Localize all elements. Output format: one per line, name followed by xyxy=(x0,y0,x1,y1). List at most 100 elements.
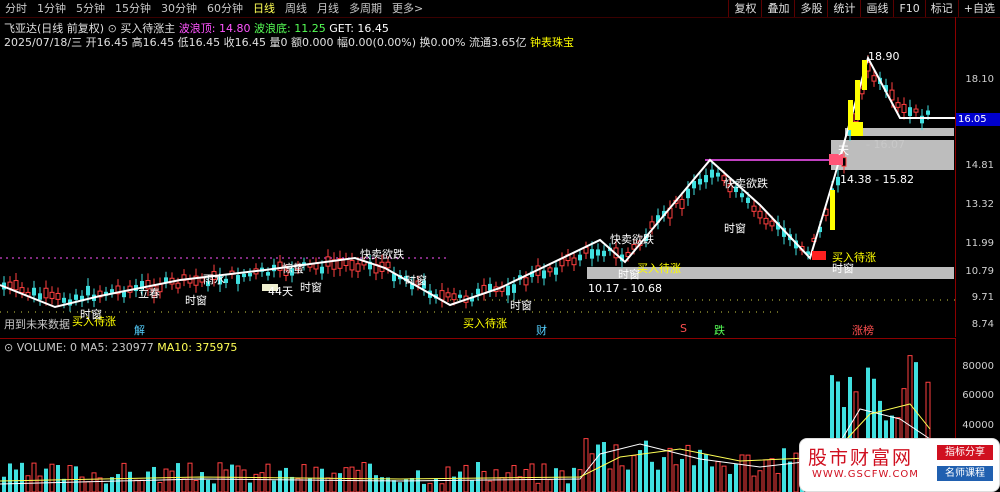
volume-bar xyxy=(715,461,721,492)
candle-body xyxy=(506,285,510,296)
sell-signal-2: 快卖欲跌 xyxy=(610,233,654,246)
volume-bar xyxy=(685,444,691,492)
candle-body xyxy=(920,115,924,124)
volume-bar xyxy=(511,465,517,492)
volume-bar xyxy=(728,473,732,492)
candle-body xyxy=(578,254,582,261)
candle-body xyxy=(590,249,594,259)
volume-bar xyxy=(763,459,769,492)
candle-body xyxy=(349,260,355,271)
candle-body xyxy=(32,287,36,296)
volume-bar xyxy=(751,475,757,492)
volume-bar xyxy=(734,463,738,492)
volume-bar xyxy=(607,468,613,492)
candle-body xyxy=(175,282,181,289)
volume-bar xyxy=(505,472,511,492)
toolbar-button[interactable]: +自选 xyxy=(957,0,1000,17)
candle-body xyxy=(679,198,685,209)
candle-body xyxy=(596,249,600,256)
volume-bar xyxy=(680,458,684,492)
volume-bar xyxy=(487,480,493,492)
future-data-note: 用到未来数据 xyxy=(4,318,70,331)
sell-signal-1: 快卖欲跌 xyxy=(360,248,404,261)
volume-bar xyxy=(212,483,216,492)
zone-3-day-label: 天 xyxy=(838,144,849,157)
candle-body xyxy=(49,291,55,299)
mark-cai: 财 xyxy=(536,324,547,337)
volume-bar xyxy=(566,483,570,492)
watermark-title: 股市财富网 xyxy=(808,447,914,469)
candle-body xyxy=(38,293,42,300)
candle-body xyxy=(763,217,769,225)
volume-bar xyxy=(49,463,55,492)
volume-bar xyxy=(368,463,372,492)
candle-body xyxy=(913,108,919,113)
volume-bar xyxy=(169,470,175,492)
volume-bar xyxy=(248,482,252,492)
rally-candle xyxy=(830,190,835,230)
volume-bar xyxy=(181,478,187,492)
candle-body xyxy=(355,263,361,272)
candle-body xyxy=(13,280,19,291)
volume-bar xyxy=(56,464,60,492)
candle-body xyxy=(320,266,324,274)
volume-bar xyxy=(673,464,679,492)
volume-bar xyxy=(626,469,630,492)
marker-box-yellow xyxy=(851,122,863,136)
candle-body xyxy=(704,175,708,183)
candle-body xyxy=(62,297,66,303)
volume-bar xyxy=(523,469,529,492)
candle-body xyxy=(751,205,757,212)
volume-bar xyxy=(613,444,619,492)
volume-bar xyxy=(206,479,210,492)
volume-bar xyxy=(223,469,229,492)
volume-bar xyxy=(31,462,37,492)
candle-body xyxy=(769,220,775,227)
volume-bar xyxy=(541,463,547,492)
candle-body xyxy=(757,210,763,219)
candle-body xyxy=(740,193,744,198)
volume-bar xyxy=(470,480,474,492)
candle-body xyxy=(7,281,13,289)
volume-bar xyxy=(667,447,673,492)
volume-bar xyxy=(146,471,150,492)
volume-bar xyxy=(583,438,589,492)
volume-bar xyxy=(769,458,775,492)
volume-bar xyxy=(139,479,145,492)
volume-bar xyxy=(559,470,565,492)
rally-candle xyxy=(855,80,860,120)
candle-body xyxy=(523,277,529,286)
volume-bar xyxy=(481,470,487,492)
volume-bar xyxy=(8,463,12,492)
candle-body xyxy=(476,288,480,295)
buy-signal-2: 买入待涨 xyxy=(463,317,507,330)
candle-body xyxy=(55,292,61,300)
volume-bar xyxy=(775,472,781,492)
window-signal-7: 时窗 xyxy=(724,222,746,235)
volume-bar xyxy=(97,477,103,492)
volume-bar xyxy=(338,473,342,492)
candle-body xyxy=(242,273,246,278)
volume-bar xyxy=(253,473,259,492)
candle-body xyxy=(542,270,546,279)
candle-body xyxy=(908,107,912,117)
volume-bar xyxy=(104,483,108,492)
volume-bar xyxy=(200,472,204,492)
rally-candle xyxy=(862,60,867,90)
price-axis: 18.10 14.81 13.32 11.99 10.79 9.71 8.74 xyxy=(955,17,1000,337)
window-signal-6: 时窗 xyxy=(618,268,640,281)
volume-tick: 40000 xyxy=(962,420,994,431)
volume-bar xyxy=(698,449,702,492)
candle-body xyxy=(385,261,391,269)
mark-jie: 解 xyxy=(134,324,145,337)
volume-bar xyxy=(554,468,558,492)
price-tick: 9.71 xyxy=(971,292,994,303)
volume-bar xyxy=(422,483,426,492)
volume-bar xyxy=(517,476,523,492)
volume-bar xyxy=(355,469,361,492)
zone-label-3: - 16.07 xyxy=(866,138,905,151)
volume-bar xyxy=(163,468,169,492)
price-tick: 8.74 xyxy=(971,319,994,330)
volume-bar xyxy=(458,471,462,492)
volume-bar xyxy=(133,479,139,492)
